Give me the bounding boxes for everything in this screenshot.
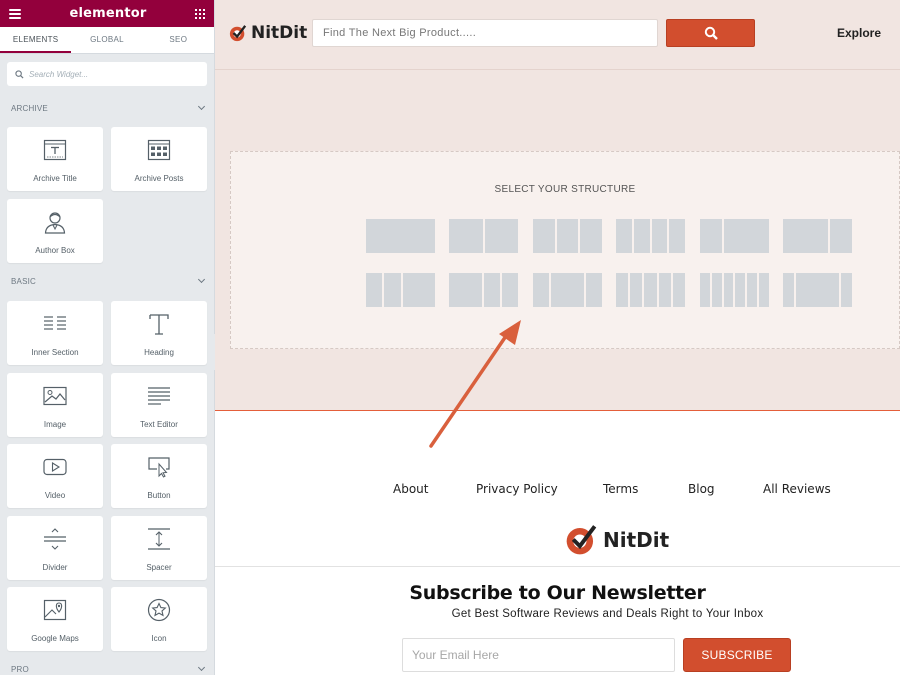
footer-logo[interactable]: NitDit (564, 523, 669, 556)
category-archive-label: ARCHIVE (11, 103, 48, 113)
widget-heading[interactable]: Heading (111, 301, 207, 365)
widget-button[interactable]: Button (111, 444, 207, 508)
nitdit-logo-icon (566, 525, 597, 555)
footer-link-privacy-policy[interactable]: Privacy Policy (476, 482, 558, 496)
category-basic-header[interactable]: BASIC (0, 271, 214, 291)
widget-label: Author Box (35, 246, 75, 255)
button-cursor-icon (146, 454, 172, 480)
menu-icon[interactable] (9, 8, 21, 19)
widget-label: Divider (42, 563, 68, 572)
logo-text: NitDit (603, 527, 670, 552)
archive-title-icon (42, 137, 68, 163)
page-preview: NitDit Explore SELECT YOUR STRUCTURE (215, 0, 900, 675)
search-icon (704, 26, 718, 40)
widget-google-maps[interactable]: Google Maps (7, 587, 103, 651)
widget-inner-section[interactable]: Inner Section (7, 301, 103, 365)
explore-link[interactable]: Explore (837, 26, 881, 40)
video-play-icon (42, 454, 68, 480)
elementor-logo: elementor (69, 6, 147, 21)
structure-preset-8[interactable] (449, 273, 518, 307)
widget-label: Button (147, 491, 171, 500)
section-divider (215, 566, 900, 567)
elementor-panel: elementor ELEMENTS GLOBAL SEO ARCHIVE Ar… (0, 0, 215, 675)
widget-icon[interactable]: Icon (111, 587, 207, 651)
heading-icon (146, 311, 172, 337)
site-logo[interactable]: NitDit (229, 23, 307, 43)
widget-search-input[interactable] (29, 69, 179, 79)
structure-preset-4[interactable] (616, 219, 685, 253)
text-editor-icon (146, 383, 172, 409)
structure-preset-2[interactable] (449, 219, 518, 253)
widget-label: Image (43, 420, 67, 429)
footer-link-all-reviews[interactable]: All Reviews (763, 482, 831, 496)
widget-label: Archive Posts (134, 174, 184, 183)
widget-label: Heading (144, 348, 174, 357)
widget-image[interactable]: Image (7, 373, 103, 437)
structure-preset-7[interactable] (366, 273, 435, 307)
widget-label: Archive Title (33, 174, 77, 183)
spacer-icon (146, 526, 172, 552)
category-pro-label: PRO (11, 664, 29, 674)
image-icon (42, 383, 68, 409)
widget-label: Text Editor (140, 420, 178, 429)
chevron-down-icon (197, 275, 206, 284)
structure-preset-6[interactable] (783, 219, 852, 253)
widget-label: Google Maps (31, 634, 79, 643)
widget-label: Inner Section (31, 348, 79, 357)
map-pin-icon (42, 597, 68, 623)
widget-spacer[interactable]: Spacer (111, 516, 207, 580)
widget-archive-posts[interactable]: Archive Posts (111, 127, 207, 191)
structure-preset-3[interactable] (533, 219, 603, 253)
widget-text-editor[interactable]: Text Editor (111, 373, 207, 437)
tab-seo[interactable]: SEO (143, 27, 214, 53)
newsletter-title: Subscribe to Our Newsletter (409, 582, 706, 604)
structure-preset-1[interactable] (366, 219, 435, 253)
widget-search-box (7, 62, 207, 86)
widget-divider[interactable]: Divider (7, 516, 103, 580)
chevron-down-icon (197, 663, 206, 672)
tab-elements[interactable]: ELEMENTS (0, 27, 72, 53)
nitdit-logo-icon (229, 25, 247, 42)
footer-nav: About Privacy Policy Terms Blog All Revi… (215, 482, 900, 498)
widget-label: Spacer (146, 563, 172, 572)
newsletter-subtitle: Get Best Software Reviews and Deals Righ… (451, 608, 764, 620)
widget-archive-title[interactable]: Archive Title (7, 127, 103, 191)
footer-link-blog[interactable]: Blog (688, 482, 715, 496)
structure-preset-11[interactable] (700, 273, 769, 307)
inner-section-icon (42, 311, 68, 337)
search-button[interactable] (666, 19, 755, 47)
panel-header: elementor (0, 0, 214, 27)
author-box-icon (42, 209, 68, 235)
category-pro-header[interactable]: PRO (0, 659, 214, 675)
subscribe-button[interactable]: SUBSCRIBE (683, 638, 791, 672)
widget-author-box[interactable]: Author Box (7, 199, 103, 263)
structure-selector: SELECT YOUR STRUCTURE (230, 151, 900, 349)
search-icon (15, 69, 24, 79)
chevron-down-icon (197, 102, 206, 111)
divider-icon (42, 526, 68, 552)
site-header: NitDit Explore (215, 0, 900, 70)
structure-preset-12[interactable] (783, 273, 852, 307)
structure-title: SELECT YOUR STRUCTURE (494, 184, 636, 195)
category-archive-header[interactable]: ARCHIVE (0, 98, 214, 118)
star-circle-icon (146, 597, 172, 623)
footer-link-about[interactable]: About (393, 482, 428, 496)
widget-label: Video (44, 491, 66, 500)
email-field[interactable] (402, 638, 675, 672)
footer-link-terms[interactable]: Terms (603, 482, 638, 496)
widgets-grid-icon[interactable] (194, 8, 205, 19)
archive-posts-icon (146, 137, 172, 163)
widget-video[interactable]: Video (7, 444, 103, 508)
hero-section: SELECT YOUR STRUCTURE (215, 70, 900, 411)
logo-text: NitDit (251, 23, 308, 43)
structure-preset-5[interactable] (700, 219, 769, 253)
product-search-input[interactable] (312, 19, 658, 47)
structure-preset-9[interactable] (533, 273, 602, 307)
panel-tabs: ELEMENTS GLOBAL SEO (0, 27, 214, 54)
category-basic-label: BASIC (11, 276, 37, 286)
tab-global[interactable]: GLOBAL (71, 27, 142, 53)
widget-label: Icon (151, 634, 167, 643)
structure-preset-10[interactable] (616, 273, 686, 307)
